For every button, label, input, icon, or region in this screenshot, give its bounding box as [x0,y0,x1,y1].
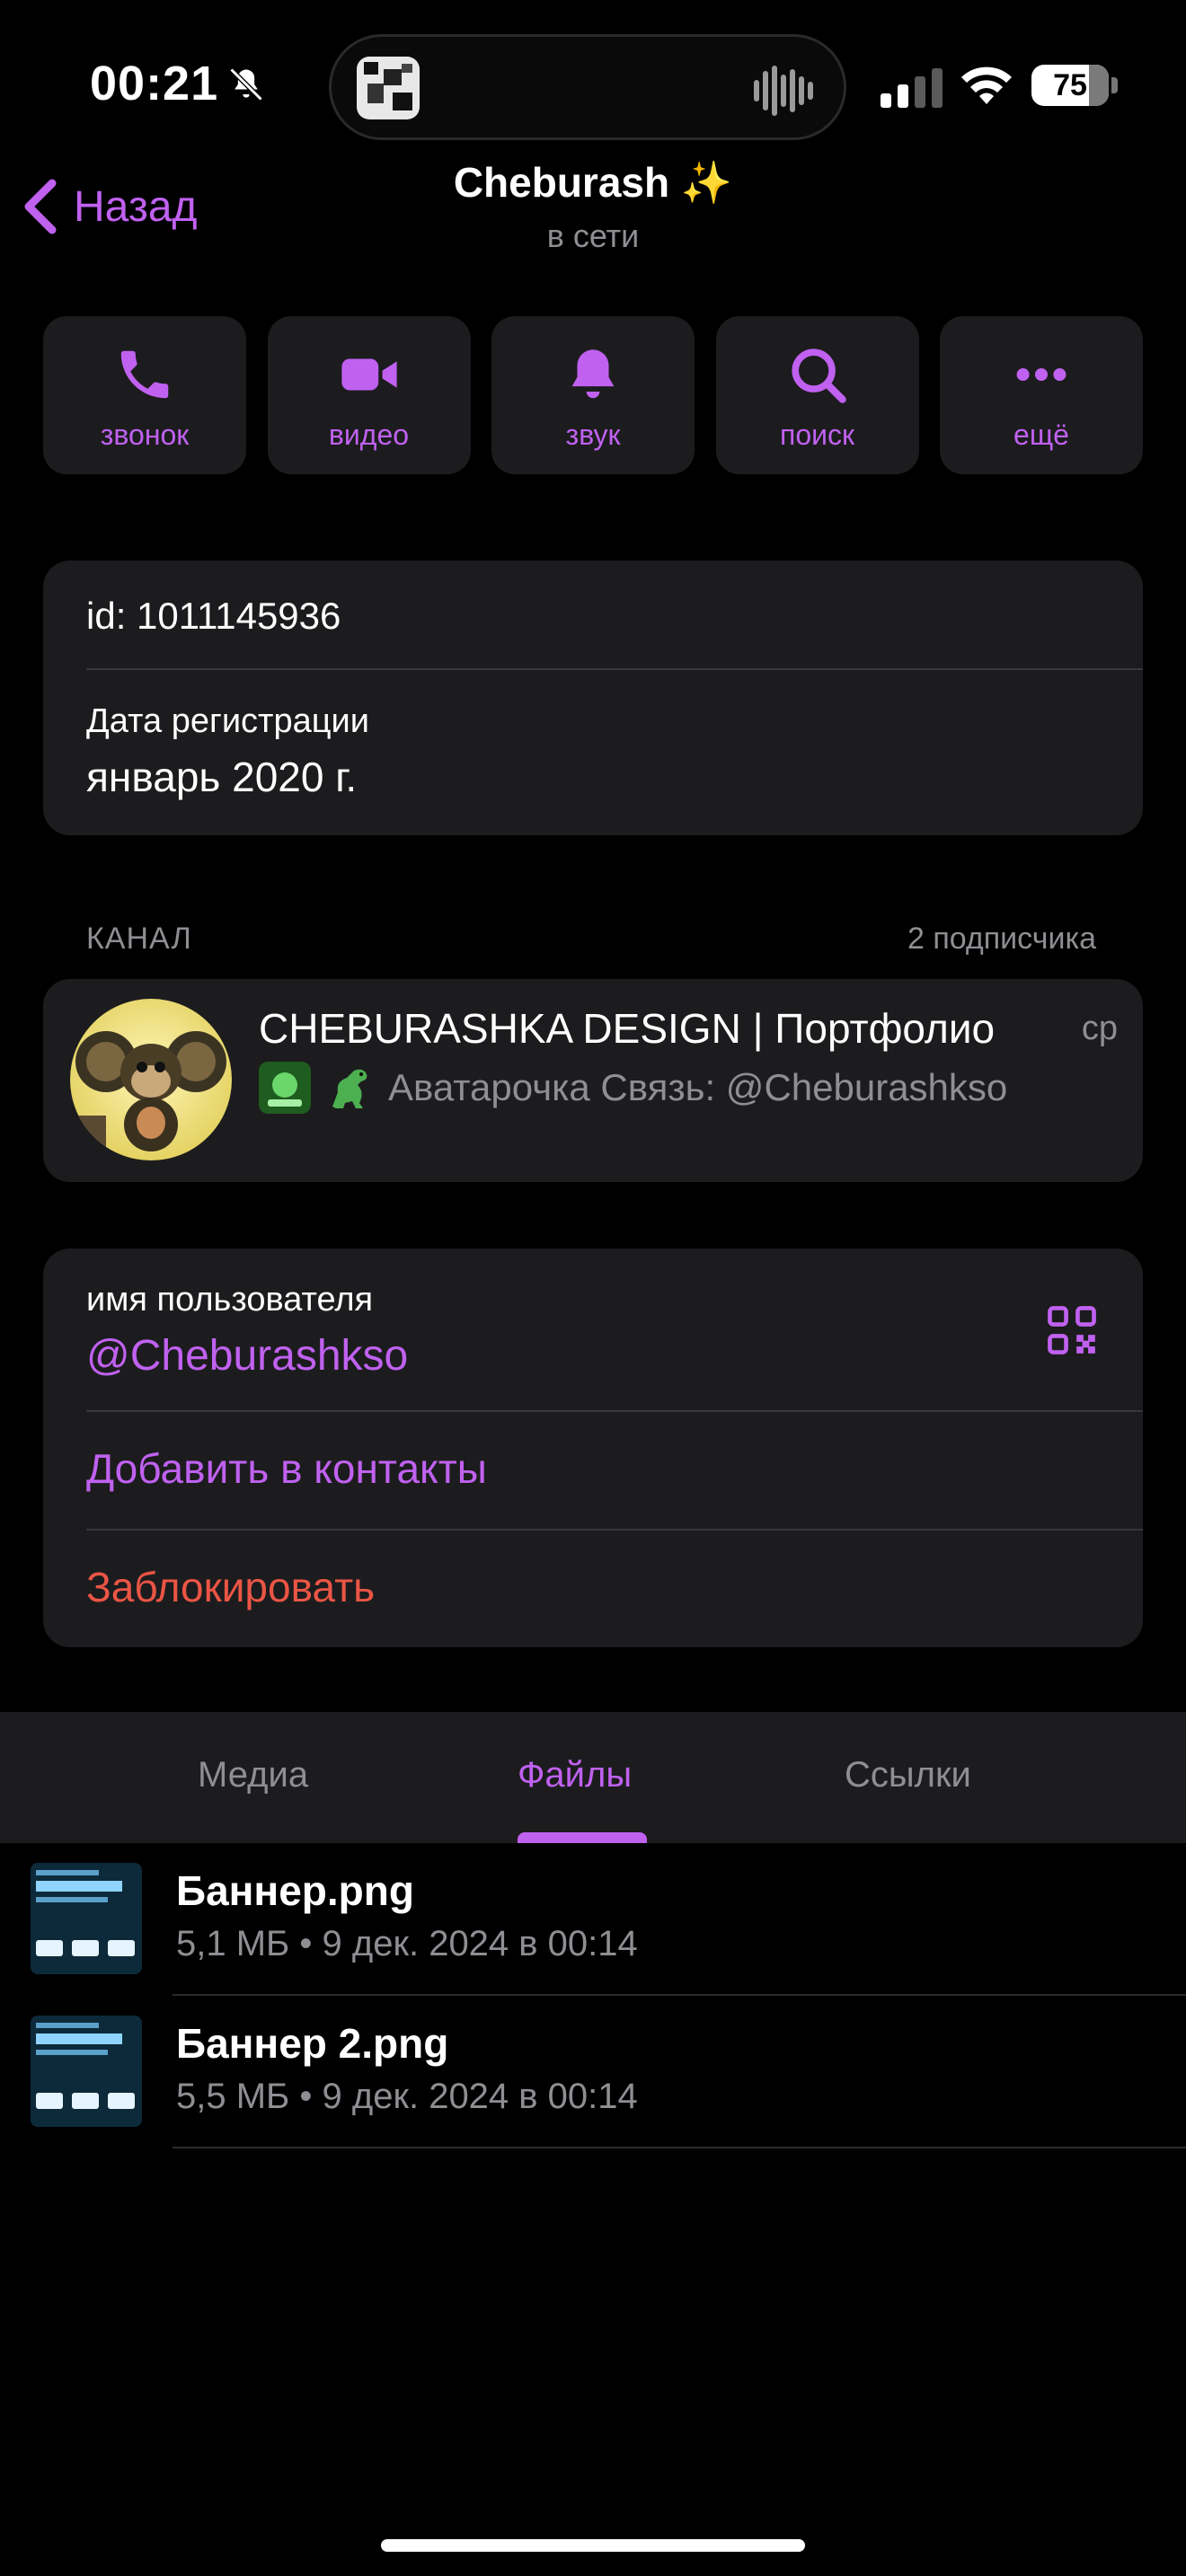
more-icon [1016,368,1067,381]
contact-status: в сети [546,217,640,254]
file-meta: 5,1 МБ • 9 дек. 2024 в 00:14 [176,1924,638,1963]
file-row[interactable]: Баннер.png 5,1 МБ • 9 дек. 2024 в 00:14 [0,1843,1186,1996]
dynamic-island[interactable] [329,34,846,140]
channel-description-text: Аватарочка Связь: @Cheburashkso [388,1066,1008,1108]
video-button[interactable]: видео [267,316,471,474]
more-button[interactable]: ещё [940,316,1143,474]
channel-name: CHEBURASHKA DESIGN | Портфолио [259,1005,996,1052]
custom-emoji-icon [259,1062,311,1114]
divider [86,1410,1143,1412]
channel-avatar [70,999,232,1160]
channel-section-heading: КАНАЛ [86,922,192,956]
registration-label: Дата регистрации [86,702,369,740]
file-row[interactable]: Баннер 2.png 5,5 МБ • 9 дек. 2024 в 00:1… [0,1996,1186,2148]
channel-card[interactable]: CHEBURASHKA DESIGN | Портфолио ср Аватар… [43,979,1143,1182]
add-to-contacts-button[interactable]: Добавить в контакты [86,1444,487,1493]
wifi-icon [961,66,1012,104]
more-label: ещё [1013,419,1069,451]
video-icon [341,358,397,391]
cellular-signal-icon [881,68,943,108]
file-name: Баннер 2.png [176,2020,449,2067]
tab-media[interactable]: Медиа [198,1755,308,1795]
divider [173,2147,1186,2148]
user-card: имя пользователя @Cheburashkso Добавить … [43,1248,1143,1647]
action-buttons: звонок видео звук поиск ещё [43,316,1143,474]
bell-icon [571,349,615,399]
username-link[interactable]: @Cheburashkso [86,1331,408,1381]
registration-date: январь 2020 г. [86,754,358,800]
status-bar: 00:21 75 [0,0,1186,171]
active-tab-indicator [518,1832,647,1843]
tab-files[interactable]: Файлы [518,1755,632,1795]
username-label: имя пользователя [86,1281,374,1319]
channel-last-post-day: ср [1081,1010,1118,1047]
dinosaur-emoji-icon [332,1069,367,1108]
status-time: 00:21 [90,57,219,110]
call-label: звонок [100,419,190,451]
now-playing-artwork [357,57,420,119]
file-thumbnail [31,2016,142,2127]
file-name: Баннер.png [176,1867,414,1914]
phone-icon [120,350,169,399]
search-button[interactable]: поиск [715,316,919,474]
video-label: видео [328,419,410,451]
sound-label: звук [565,419,621,451]
audio-waveform-icon [754,66,813,116]
sound-button[interactable]: звук [491,316,695,474]
battery-icon: 75 [1031,65,1118,106]
shared-content-tabs: Медиа Файлы Ссылки [0,1712,1186,1843]
divider [86,668,1143,670]
file-thumbnail [31,1863,142,1974]
block-user-button[interactable]: Заблокировать [86,1563,375,1611]
search-icon [791,348,846,403]
divider [86,1529,1143,1531]
contact-name: Cheburash ✨ [453,159,733,206]
bell-off-icon [229,67,263,101]
channel-description: Аватарочка Связь: @Cheburashkso [259,1062,1007,1114]
file-meta: 5,5 МБ • 9 дек. 2024 в 00:14 [176,2077,638,2116]
search-label: поиск [780,419,854,451]
tab-links[interactable]: Ссылки [845,1755,971,1795]
home-indicator[interactable] [381,2539,805,2552]
user-id[interactable]: id: 1011145936 [86,595,341,638]
qr-code-icon[interactable] [1044,1302,1100,1358]
subscriber-count: 2 подписчика [907,922,1096,956]
battery-percent: 75 [1053,68,1087,102]
info-card: id: 1011145936 Дата регистрации январь 2… [43,560,1143,835]
call-button[interactable]: звонок [43,316,246,474]
